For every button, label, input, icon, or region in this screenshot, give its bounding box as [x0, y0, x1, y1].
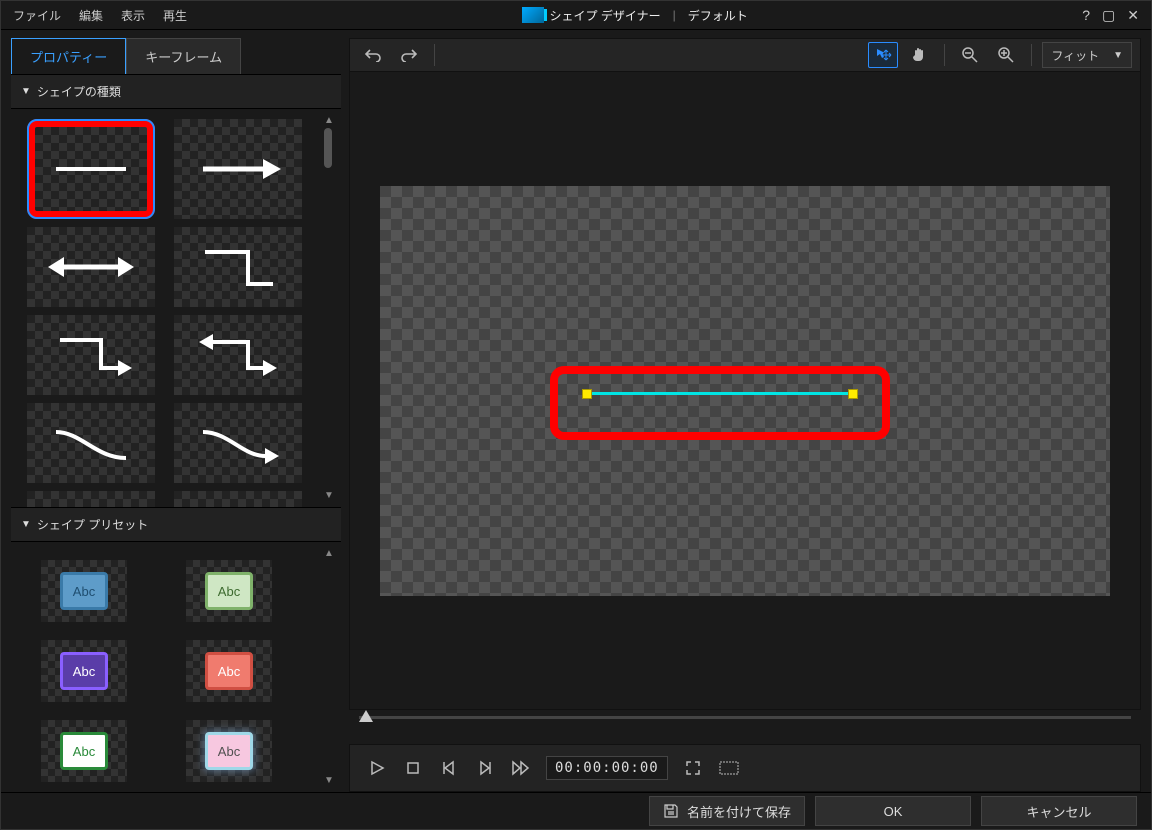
save-as-button[interactable]: 名前を付けて保存 — [649, 796, 805, 826]
zoom-fit-select[interactable]: フィット ▼ — [1042, 42, 1132, 68]
footer: 名前を付けて保存 OK キャンセル — [1, 792, 1151, 829]
window: ファイル 編集 表示 再生 シェイプ デザイナー | デフォルト ? ▢ ✕ プ… — [0, 0, 1152, 830]
menu-edit[interactable]: 編集 — [79, 7, 103, 24]
cancel-button[interactable]: キャンセル — [981, 796, 1137, 826]
preset-box: Abc — [205, 652, 253, 690]
chevron-down-icon: ▼ — [21, 86, 31, 97]
shape-elbow-arrow[interactable] — [27, 315, 155, 395]
preset-box: Abc — [205, 732, 253, 770]
section-shape-preset-label: シェイプ プリセット — [37, 516, 148, 533]
ok-label: OK — [884, 804, 903, 819]
stop-button[interactable] — [402, 757, 424, 779]
undo-button[interactable] — [358, 42, 388, 68]
save-as-label: 名前を付けて保存 — [687, 802, 791, 821]
move-tool-button[interactable] — [868, 42, 898, 68]
zoom-fit-label: フィット — [1051, 47, 1099, 64]
fullscreen-button[interactable] — [682, 757, 704, 779]
shape-scrollbar[interactable]: ▲ ▼ — [317, 109, 341, 507]
section-shape-type[interactable]: ▼ シェイプの種類 — [11, 74, 341, 109]
shape-curve-double-arrow[interactable] — [27, 491, 155, 507]
menu-play[interactable]: 再生 — [163, 7, 187, 24]
scroll-up-icon[interactable]: ▲ — [324, 115, 334, 126]
preset-item-0[interactable]: Abc — [41, 560, 127, 622]
cancel-label: キャンセル — [1026, 802, 1091, 821]
timeline[interactable] — [349, 710, 1141, 738]
safe-area-button[interactable] — [718, 757, 740, 779]
preset-area: Abc Abc Abc Abc Abc Abc ▲ ▼ — [11, 542, 341, 792]
step-back-button[interactable] — [438, 757, 460, 779]
preset-item-3[interactable]: Abc — [186, 640, 272, 702]
preset-item-2[interactable]: Abc — [41, 640, 127, 702]
help-icon[interactable]: ? — [1082, 7, 1090, 23]
preset-item-5[interactable]: Abc — [186, 720, 272, 782]
shape-curve[interactable] — [27, 403, 155, 483]
section-shape-preset[interactable]: ▼ シェイプ プリセット — [11, 507, 341, 542]
title-separator: | — [673, 8, 676, 22]
shape-arrow-double[interactable] — [27, 227, 155, 307]
shape-type-area: ▲ ▼ — [11, 109, 341, 507]
canvas — [380, 186, 1110, 596]
chevron-down-icon: ▼ — [21, 519, 31, 530]
preset-box: Abc — [60, 652, 108, 690]
app-title: シェイプ デザイナー — [550, 7, 661, 24]
scroll-thumb[interactable] — [324, 128, 332, 168]
canvas-toolbar: フィット ▼ — [349, 38, 1141, 72]
timeline-track — [359, 716, 1131, 719]
preset-item-4[interactable]: Abc — [41, 720, 127, 782]
maximize-icon[interactable]: ▢ — [1102, 7, 1115, 24]
pan-tool-button[interactable] — [904, 42, 934, 68]
redo-button[interactable] — [394, 42, 424, 68]
main-menu: ファイル 編集 表示 再生 — [13, 7, 187, 24]
left-panel: プロパティー キーフレーム ▼ シェイプの種類 — [11, 38, 341, 792]
play-button[interactable] — [366, 757, 388, 779]
chevron-down-icon: ▼ — [1113, 50, 1123, 61]
shape-rectangle[interactable] — [174, 491, 302, 507]
shape-grid — [11, 109, 317, 507]
step-forward-button[interactable] — [474, 757, 496, 779]
scroll-down-icon[interactable]: ▼ — [324, 490, 334, 501]
preset-box: Abc — [60, 572, 108, 610]
preset-box: Abc — [205, 572, 253, 610]
tab-properties[interactable]: プロパティー — [11, 38, 126, 74]
preset-item-1[interactable]: Abc — [186, 560, 272, 622]
scroll-down-icon[interactable]: ▼ — [324, 775, 334, 786]
shape-elbow-right[interactable] — [174, 227, 302, 307]
titlebar: ファイル 編集 表示 再生 シェイプ デザイナー | デフォルト ? ▢ ✕ — [1, 1, 1151, 30]
shape-line[interactable] — [27, 119, 155, 219]
shape-line-object[interactable] — [586, 392, 854, 395]
preset-grid: Abc Abc Abc Abc Abc Abc — [11, 542, 317, 792]
tabs: プロパティー キーフレーム — [11, 38, 341, 74]
shape-curve-arrow[interactable] — [174, 403, 302, 483]
zoom-in-button[interactable] — [991, 42, 1021, 68]
canvas-area[interactable] — [349, 72, 1141, 710]
preset-box: Abc — [60, 732, 108, 770]
menu-file[interactable]: ファイル — [13, 7, 61, 24]
document-name: デフォルト — [688, 7, 748, 24]
menu-view[interactable]: 表示 — [121, 7, 145, 24]
right-panel: フィット ▼ — [349, 38, 1141, 792]
preset-scrollbar[interactable]: ▲ ▼ — [317, 542, 341, 792]
timecode-display[interactable]: 00:00:00:00 — [546, 756, 668, 780]
section-shape-type-label: シェイプの種類 — [37, 83, 121, 100]
tab-keyframes[interactable]: キーフレーム — [126, 38, 241, 74]
zoom-out-button[interactable] — [955, 42, 985, 68]
canvas-selection-highlight — [550, 366, 890, 440]
app-logo-icon — [522, 7, 544, 23]
close-icon[interactable]: ✕ — [1127, 7, 1139, 24]
window-title: シェイプ デザイナー | デフォルト — [187, 7, 1082, 24]
fast-forward-button[interactable] — [510, 757, 532, 779]
scroll-up-icon[interactable]: ▲ — [324, 548, 334, 559]
shape-elbow-double-arrow[interactable] — [174, 315, 302, 395]
timeline-playhead[interactable] — [359, 710, 373, 722]
ok-button[interactable]: OK — [815, 796, 971, 826]
playback-bar: 00:00:00:00 — [349, 744, 1141, 792]
shape-arrow-right[interactable] — [174, 119, 302, 219]
